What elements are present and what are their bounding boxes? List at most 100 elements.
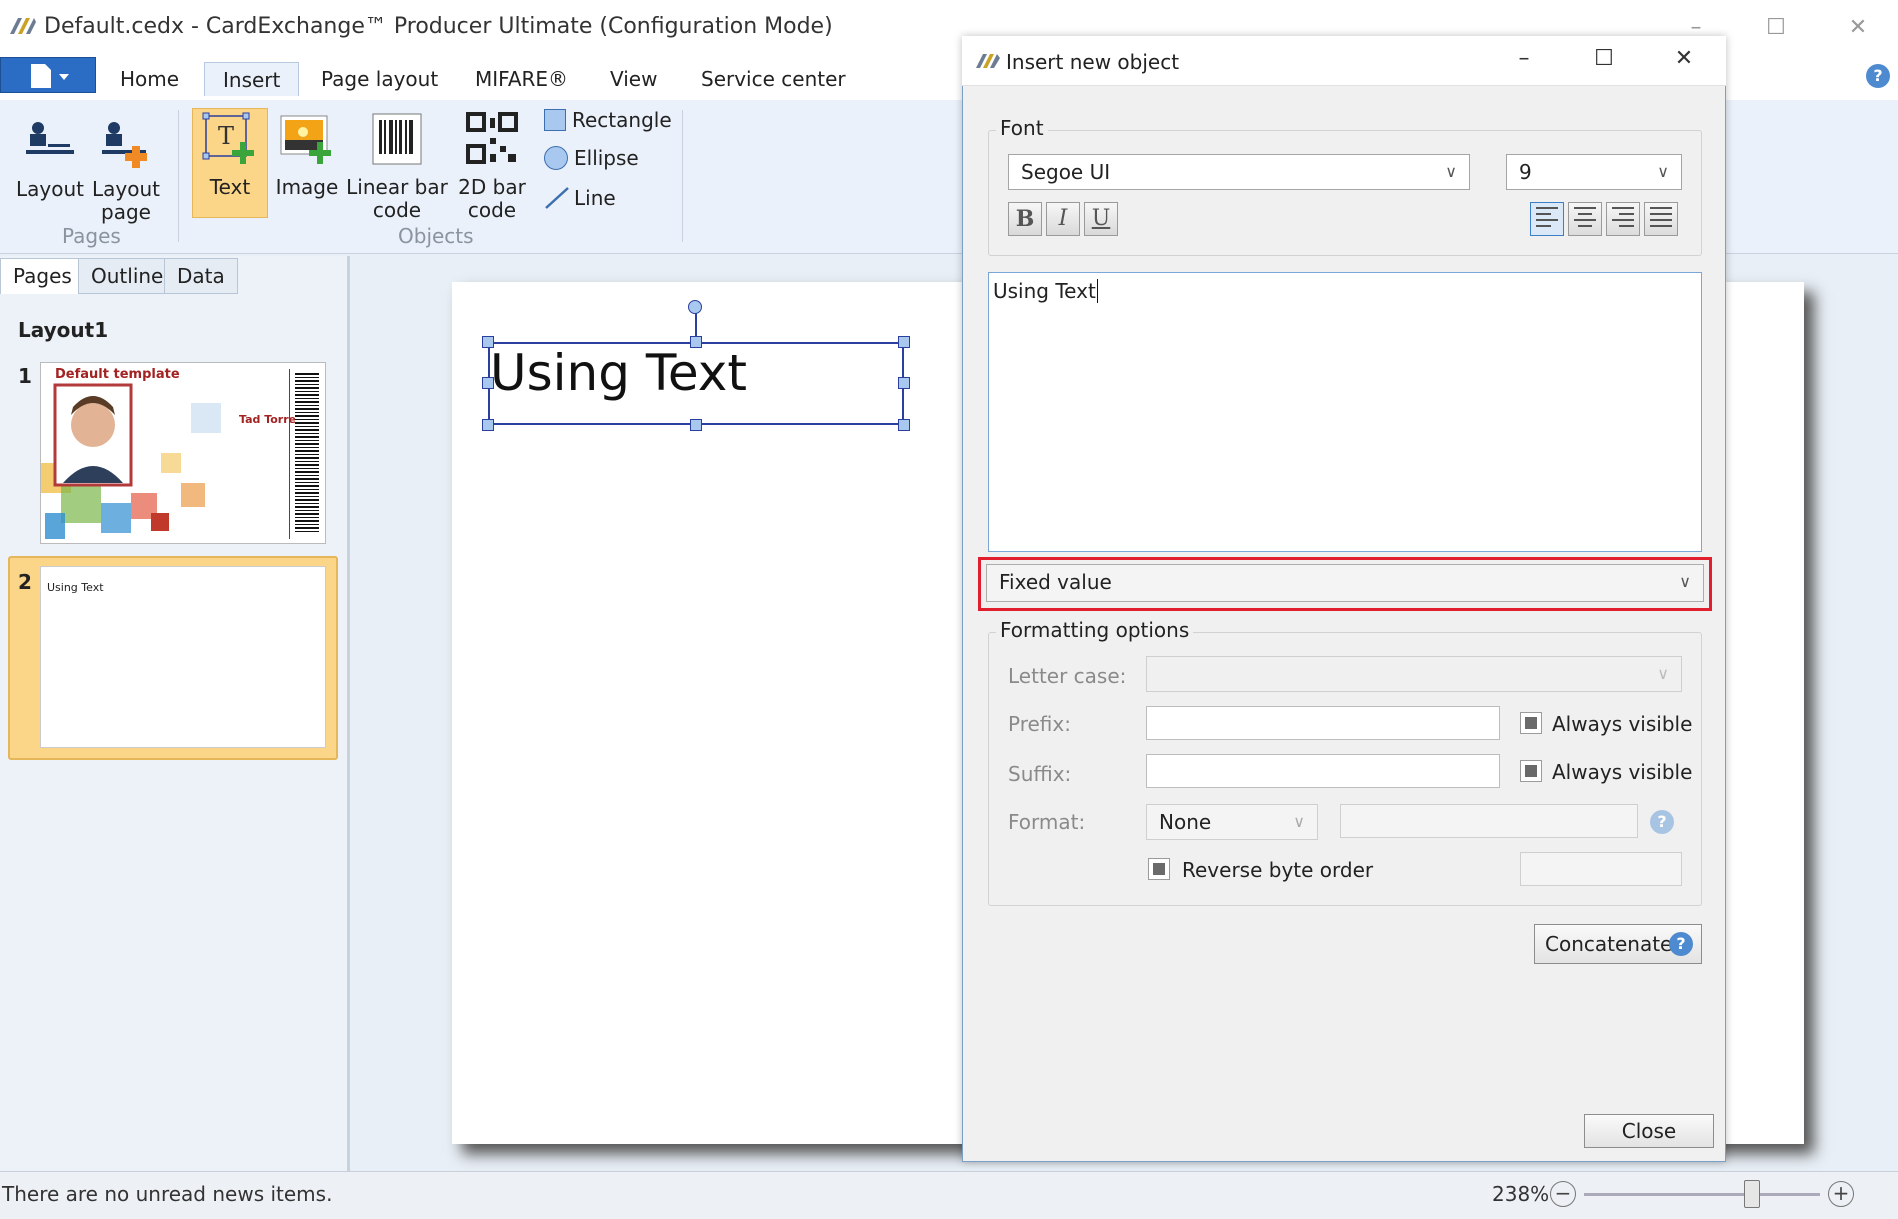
reverse-byte-order-checkbox[interactable]: [1148, 858, 1170, 880]
zoom-in-icon[interactable]: +: [1828, 1181, 1854, 1207]
help-icon[interactable]: ?: [1866, 64, 1890, 88]
linear-barcode-button[interactable]: Linear bar code: [346, 110, 448, 222]
suffix-label: Suffix:: [1008, 762, 1072, 786]
format-select[interactable]: None ∨: [1146, 804, 1318, 840]
tab-service-center[interactable]: Service center: [683, 62, 864, 96]
2d-barcode-label-2: code: [467, 198, 517, 222]
tab-page-layout[interactable]: Page layout: [303, 62, 456, 96]
resize-handle-ne[interactable]: [898, 336, 910, 348]
linear-barcode-label-1: Linear bar: [346, 175, 448, 199]
italic-button[interactable]: I: [1046, 202, 1080, 236]
tab-data[interactable]: Data: [164, 258, 238, 294]
text-value-editor[interactable]: Using Text: [988, 272, 1702, 552]
prefix-always-visible-checkbox[interactable]: [1520, 712, 1542, 734]
page-thumbnail-1[interactable]: Default template Tad Torres: [40, 362, 326, 544]
window-title: Default.cedx - CardExchange™ Producer Ul…: [44, 14, 833, 39]
font-size-select[interactable]: 9 ∨: [1506, 154, 1682, 190]
zoom-out-icon[interactable]: −: [1550, 1181, 1576, 1207]
bold-button[interactable]: B: [1008, 202, 1042, 236]
rectangle-button[interactable]: Rectangle: [544, 108, 672, 132]
tab-mifare[interactable]: MIFARE®: [457, 62, 586, 96]
formatting-options-legend: Formatting options: [996, 618, 1194, 642]
chevron-down-icon: ∨: [1657, 664, 1669, 683]
tab-pages[interactable]: Pages: [0, 258, 85, 294]
thumbnail-template-title: Default template: [55, 367, 180, 382]
line-button[interactable]: Line: [544, 186, 616, 210]
layout-page-icon: [102, 122, 147, 168]
barcode-icon: [372, 113, 422, 165]
align-justify-button[interactable]: [1644, 202, 1678, 236]
font-group: [988, 130, 1702, 256]
format-help-icon[interactable]: ?: [1650, 810, 1674, 834]
resize-handle-nw[interactable]: [482, 336, 494, 348]
2d-barcode-button[interactable]: 2D bar code: [452, 110, 532, 222]
highlight-annotation: [978, 557, 1712, 611]
underline-button[interactable]: U: [1084, 202, 1118, 236]
font-family-select[interactable]: Segoe UI ∨: [1008, 154, 1470, 190]
chevron-down-icon: ∨: [1293, 812, 1305, 831]
concatenate-button[interactable]: Concatenate ?: [1534, 924, 1702, 964]
format-value: None: [1159, 810, 1212, 834]
dialog-maximize-icon[interactable]: ☐: [1584, 46, 1624, 71]
ellipse-label: Ellipse: [574, 146, 639, 170]
chevron-down-icon: ∨: [1657, 162, 1669, 181]
prefix-input[interactable]: [1146, 706, 1500, 740]
dialog-title: Insert new object: [1006, 50, 1180, 74]
resize-handle-e[interactable]: [898, 377, 910, 389]
document-icon: [31, 64, 69, 88]
rectangle-icon: [544, 109, 566, 131]
align-center-button[interactable]: [1568, 202, 1602, 236]
ellipse-button[interactable]: Ellipse: [544, 146, 639, 170]
zoom-slider-thumb[interactable]: [1743, 1180, 1760, 1208]
letter-case-select[interactable]: ∨: [1146, 656, 1682, 692]
close-window-icon[interactable]: ✕: [1838, 10, 1878, 46]
page-number-1: 1: [18, 364, 32, 388]
layout-page-label-2: page: [101, 200, 151, 224]
image-insert-icon: [280, 115, 331, 164]
font-legend: Font: [996, 116, 1048, 140]
byte-order-input[interactable]: [1520, 852, 1682, 886]
objects-group-label: Objects: [398, 224, 474, 248]
image-button[interactable]: Image: [274, 110, 340, 199]
suffix-always-visible-checkbox[interactable]: [1520, 760, 1542, 782]
zoom-slider-track[interactable]: [1584, 1193, 1820, 1196]
qr-code-icon: [466, 112, 518, 164]
tab-view[interactable]: View: [592, 62, 675, 96]
resize-handle-se[interactable]: [898, 419, 910, 431]
tab-outline[interactable]: Outline: [78, 258, 177, 294]
tab-insert[interactable]: Insert: [204, 62, 300, 96]
tab-home[interactable]: Home: [102, 62, 197, 96]
layout-button[interactable]: Layout: [14, 116, 86, 201]
close-button[interactable]: Close: [1584, 1114, 1714, 1148]
resize-handle-sw[interactable]: [482, 419, 494, 431]
align-right-button[interactable]: [1606, 202, 1640, 236]
suffix-input[interactable]: [1146, 754, 1500, 788]
page-number-2: 2: [18, 570, 32, 594]
page-thumbnail-2[interactable]: Using Text: [40, 566, 326, 748]
linear-barcode-label-2: code: [372, 198, 422, 222]
layout-page-button[interactable]: Layout page: [88, 116, 164, 224]
resize-handle-w[interactable]: [482, 377, 494, 389]
ellipse-icon: [544, 146, 568, 170]
prefix-always-visible-label: Always visible: [1552, 712, 1693, 736]
text-button-content[interactable]: T Text: [194, 110, 266, 199]
thumbnail-person-name: Tad Torres: [239, 413, 303, 426]
concatenate-help-icon[interactable]: ?: [1669, 932, 1693, 956]
resize-handle-s[interactable]: [690, 419, 702, 431]
image-label: Image: [275, 175, 339, 199]
line-label: Line: [574, 186, 616, 210]
dialog-minimize-icon[interactable]: –: [1504, 46, 1544, 71]
text-value: Using Text: [993, 279, 1096, 303]
dialog-close-icon[interactable]: ✕: [1664, 46, 1704, 71]
2d-barcode-label-1: 2D bar: [458, 175, 526, 199]
font-family-value: Segoe UI: [1021, 160, 1111, 184]
format-pattern-input[interactable]: [1340, 804, 1638, 838]
thumbnail-divider: [289, 369, 290, 539]
rotation-handle[interactable]: [688, 300, 702, 314]
file-menu-button[interactable]: [0, 57, 96, 93]
align-left-button[interactable]: [1530, 202, 1564, 236]
text-insert-icon: T: [202, 112, 254, 164]
resize-handle-n[interactable]: [690, 336, 702, 348]
selection-box[interactable]: [488, 342, 904, 425]
maximize-icon[interactable]: ☐: [1756, 10, 1796, 46]
